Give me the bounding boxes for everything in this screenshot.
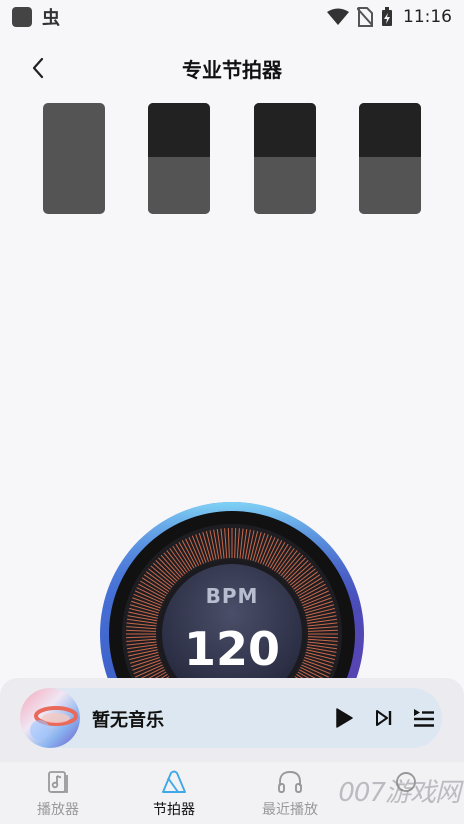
nav-item-metronome[interactable]: 节拍器 <box>116 762 232 824</box>
wifi-icon <box>327 8 349 25</box>
play-icon <box>336 708 353 728</box>
nav-label-player: 播放器 <box>37 802 79 818</box>
album-art <box>20 688 80 748</box>
beat-indicators <box>43 103 421 214</box>
headphones-icon <box>278 771 302 793</box>
beat-block-1[interactable] <box>43 103 105 214</box>
app-notification-icon: 虫 <box>42 8 60 29</box>
beat-block-2[interactable] <box>148 103 211 214</box>
watermark: 007游戏网 <box>338 778 461 808</box>
next-button[interactable] <box>370 704 398 732</box>
playlist-button[interactable] <box>410 704 438 732</box>
playlist-icon <box>414 709 434 727</box>
nav-item-recent[interactable]: 最近播放 <box>232 762 348 824</box>
battery-charging-icon <box>382 7 392 26</box>
bpm-value: 120 <box>183 622 281 676</box>
skip-next-icon <box>376 710 392 726</box>
play-button[interactable] <box>330 704 358 732</box>
music-note-icon <box>48 771 68 793</box>
page-title: 专业节拍器 <box>182 57 282 82</box>
bpm-label: BPM <box>205 584 259 608</box>
back-button[interactable] <box>24 54 52 82</box>
clock: 11:16 <box>403 7 452 27</box>
chevron-left-icon <box>32 57 44 79</box>
no-sim-icon <box>357 7 373 27</box>
song-title: 暂无音乐 <box>92 710 164 731</box>
nav-label-metronome: 节拍器 <box>153 802 195 818</box>
metronome-icon <box>162 770 186 793</box>
beat-block-3[interactable] <box>253 103 316 214</box>
nav-item-player[interactable]: 播放器 <box>0 762 116 824</box>
status-bar: 虫 11:16 <box>0 0 464 34</box>
nav-label-recent: 最近播放 <box>262 802 318 818</box>
beat-block-4[interactable] <box>358 103 421 214</box>
notification-square-icon <box>12 7 32 27</box>
header: 专业节拍器 <box>0 44 464 92</box>
